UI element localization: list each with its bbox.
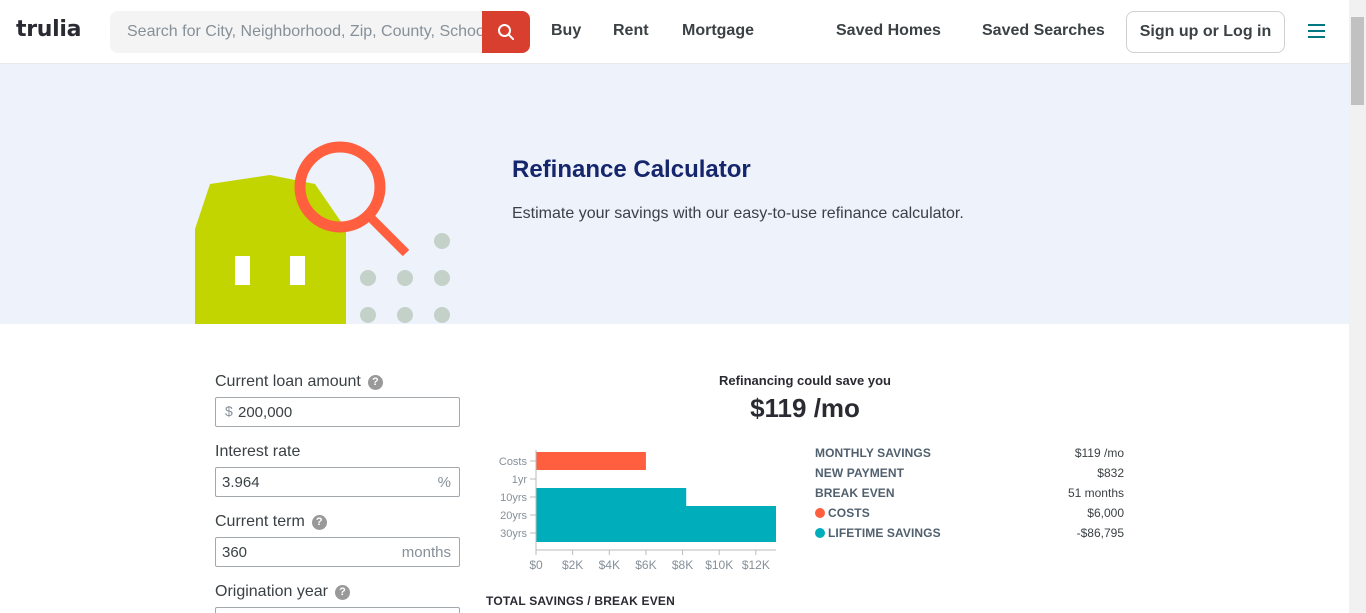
page-subtitle: Estimate your savings with our easy-to-u… (512, 205, 964, 222)
x-tick-label: $12K (742, 558, 770, 572)
current-term-field: months (215, 537, 460, 567)
nav-saved-searches[interactable]: Saved Searches (982, 22, 1105, 40)
summary-row-new-payment: NEW PAYMENT $832 (815, 466, 1124, 484)
summary-row-lifetime-savings: LIFETIME SAVINGS -$86,795 (815, 526, 1124, 544)
percent-suffix: % (437, 474, 451, 491)
chart-bar (536, 524, 776, 542)
y-tick-label: 30yrs (500, 528, 527, 540)
search-icon (498, 24, 514, 40)
interest-rate-label-text: Interest rate (215, 443, 301, 460)
lifetime-savings-label-text: LIFETIME SAVINGS (828, 526, 941, 540)
y-tick-label: Costs (499, 456, 528, 468)
y-tick-label: 1yr (512, 474, 528, 486)
search-input[interactable] (110, 11, 483, 53)
summary-value: 51 months (1067, 486, 1124, 500)
summary-label: COSTS (815, 506, 870, 520)
current-term-label: Current term ? (215, 513, 327, 531)
origination-year-label: Origination year ? (215, 583, 350, 601)
summary-row-monthly-savings: MONTHLY SAVINGS $119 /mo (815, 446, 1124, 464)
chart-bar (536, 506, 776, 524)
x-tick-label: $2K (562, 558, 583, 572)
summary-label: NEW PAYMENT (815, 466, 905, 480)
help-icon[interactable]: ? (367, 374, 383, 390)
summary-label: BREAK EVEN (815, 486, 895, 500)
loan-amount-label-text: Current loan amount (215, 373, 361, 390)
house-search-illustration (195, 141, 450, 324)
hamburger-menu-icon[interactable] (1307, 21, 1327, 41)
summary-value: $6,000 (1087, 506, 1124, 520)
trulia-logo[interactable]: trulia (16, 17, 81, 42)
search-button[interactable] (482, 11, 530, 53)
page-title: Refinance Calculator (512, 156, 751, 183)
origination-year-field[interactable] (215, 607, 460, 613)
hero-banner: Refinance Calculator Estimate your savin… (0, 64, 1349, 324)
loan-amount-input[interactable] (216, 398, 459, 426)
origination-year-label-text: Origination year (215, 583, 328, 600)
y-tick-label: 10yrs (500, 492, 527, 504)
costs-label-text: COSTS (828, 506, 870, 520)
summary-value: -$86,795 (1076, 526, 1124, 540)
summary-label: MONTHLY SAVINGS (815, 446, 931, 460)
nav-buy[interactable]: Buy (551, 22, 581, 40)
summary-row-costs: COSTS $6,000 (815, 506, 1124, 524)
summary-value: $119 /mo (1074, 446, 1124, 460)
savings-bar-chart: Costs 1yr 10yrs 20yrs 30yrs $0 $2K $4K $6K $8K $10… (499, 450, 776, 572)
loan-amount-label: Current loan amount ? (215, 373, 383, 391)
summary-row-break-even: BREAK EVEN 51 months (815, 486, 1124, 504)
interest-rate-field: % (215, 467, 460, 497)
savings-legend-dot (815, 528, 825, 538)
search-box (110, 11, 483, 53)
y-tick-label: 20yrs (500, 510, 527, 522)
loan-amount-field: $ (215, 397, 460, 427)
costs-legend-dot (815, 508, 825, 518)
x-tick-label: $10K (705, 558, 733, 572)
x-tick-label: $8K (672, 558, 693, 572)
chart-bar (536, 452, 646, 470)
summary-label: LIFETIME SAVINGS (815, 526, 941, 540)
help-icon[interactable]: ? (334, 584, 350, 600)
total-savings-title: TOTAL SAVINGS / BREAK EVEN (486, 594, 676, 608)
scrollbar-thumb[interactable] (1351, 17, 1364, 105)
chart-bar (536, 488, 687, 506)
help-icon[interactable]: ? (311, 514, 327, 530)
dollar-prefix: $ (225, 403, 233, 419)
months-suffix: months (401, 544, 451, 561)
interest-rate-input[interactable] (216, 468, 459, 496)
signup-login-button[interactable]: Sign up or Log in (1126, 11, 1285, 53)
site-header: trulia Buy Rent Mortgage Saved Homes Sav… (0, 0, 1349, 64)
x-tick-label: $0 (529, 558, 543, 572)
savings-headline-label: Refinancing could save you (719, 373, 891, 388)
interest-rate-label: Interest rate (215, 443, 300, 461)
nav-saved-homes[interactable]: Saved Homes (836, 22, 941, 40)
x-tick-label: $4K (599, 558, 620, 572)
current-term-label-text: Current term (215, 513, 305, 530)
nav-rent[interactable]: Rent (613, 22, 649, 40)
x-tick-label: $6K (635, 558, 656, 572)
savings-headline-value: $119 /mo (750, 393, 860, 423)
nav-mortgage[interactable]: Mortgage (682, 22, 754, 40)
summary-value: $832 (1097, 466, 1124, 480)
